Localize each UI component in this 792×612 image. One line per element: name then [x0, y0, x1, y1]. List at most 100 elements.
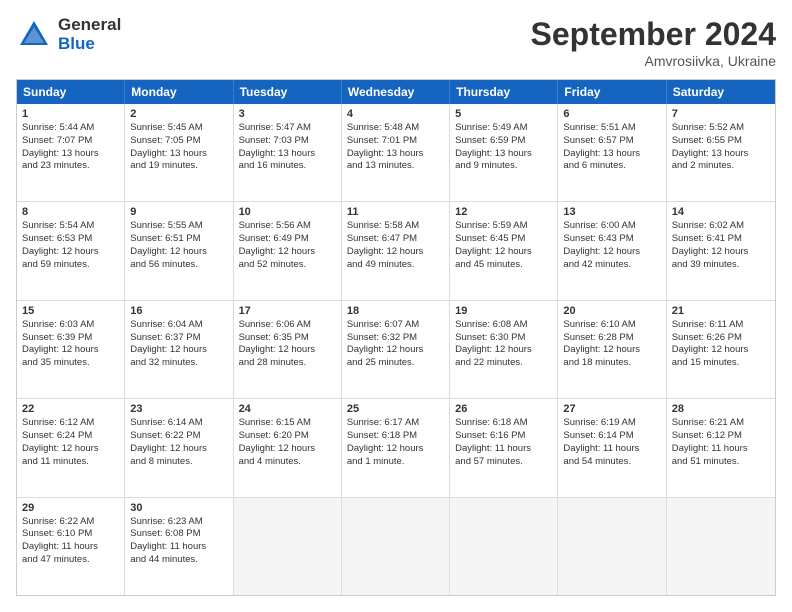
calendar-row-4: 22Sunrise: 6:12 AMSunset: 6:24 PMDayligh… — [17, 398, 775, 496]
day-number: 13 — [563, 206, 660, 218]
cell-text: Sunrise: 5:51 AM — [563, 122, 660, 135]
cell-text: Sunset: 6:14 PM — [563, 430, 660, 443]
calendar-cell-27: 27 Sunrise: 6:19 AMSunset: 6:14 PMDayligh… — [558, 399, 666, 496]
day-number: 26 — [455, 403, 552, 415]
day-number: 9 — [130, 206, 227, 218]
day-number: 27 — [563, 403, 660, 415]
cell-text: Daylight: 11 hours — [563, 443, 660, 456]
cell-text: and 6 minutes. — [563, 160, 660, 173]
header-day-wednesday: Wednesday — [342, 80, 450, 104]
cell-text: Daylight: 12 hours — [672, 246, 770, 259]
day-number: 10 — [239, 206, 336, 218]
logo-general: General — [58, 16, 121, 35]
cell-text: Sunrise: 6:19 AM — [563, 417, 660, 430]
header-day-sunday: Sunday — [17, 80, 125, 104]
cell-text: Sunrise: 6:07 AM — [347, 319, 444, 332]
day-number: 5 — [455, 108, 552, 120]
cell-text: and 44 minutes. — [130, 554, 227, 567]
cell-text: and 2 minutes. — [672, 160, 770, 173]
calendar-cell-18: 18 Sunrise: 6:07 AMSunset: 6:32 PMDayligh… — [342, 301, 450, 398]
calendar-cell-7: 7Sunrise: 5:52 AMSunset: 6:55 PMDaylight… — [667, 104, 775, 201]
cell-text: Daylight: 12 hours — [347, 344, 444, 357]
cell-text: Sunrise: 5:56 AM — [239, 220, 336, 233]
cell-text: Daylight: 13 hours — [347, 148, 444, 161]
cell-text: Daylight: 12 hours — [22, 246, 119, 259]
day-number: 25 — [347, 403, 444, 415]
calendar-cell-4: 4Sunrise: 5:48 AMSunset: 7:01 PMDaylight… — [342, 104, 450, 201]
logo-blue: Blue — [58, 35, 121, 54]
calendar-row-1: 1Sunrise: 5:44 AMSunset: 7:07 PMDaylight… — [17, 104, 775, 201]
cell-text: Sunset: 7:03 PM — [239, 135, 336, 148]
month-title: September 2024 — [531, 16, 776, 53]
cell-text: Sunset: 6:22 PM — [130, 430, 227, 443]
cell-text: Sunrise: 5:55 AM — [130, 220, 227, 233]
cell-text: and 19 minutes. — [130, 160, 227, 173]
cell-text: and 16 minutes. — [239, 160, 336, 173]
day-number: 11 — [347, 206, 444, 218]
calendar-row-5: 29Sunrise: 6:22 AMSunset: 6:10 PMDayligh… — [17, 497, 775, 595]
cell-text: Daylight: 11 hours — [455, 443, 552, 456]
header-day-saturday: Saturday — [667, 80, 775, 104]
cell-text: Daylight: 12 hours — [239, 443, 336, 456]
cell-text: and 49 minutes. — [347, 259, 444, 272]
day-number: 3 — [239, 108, 336, 120]
calendar: SundayMondayTuesdayWednesdayThursdayFrid… — [16, 79, 776, 596]
calendar-cell-16: 16Sunrise: 6:04 AMSunset: 6:37 PMDayligh… — [125, 301, 233, 398]
cell-text: Daylight: 13 hours — [22, 148, 119, 161]
calendar-row-3: 15Sunrise: 6:03 AMSunset: 6:39 PMDayligh… — [17, 300, 775, 398]
day-number: 24 — [239, 403, 336, 415]
cell-text: Sunrise: 6:03 AM — [22, 319, 119, 332]
cell-text: Sunset: 6:32 PM — [347, 332, 444, 345]
cell-text: Sunrise: 6:21 AM — [672, 417, 770, 430]
cell-text: Sunrise: 6:08 AM — [455, 319, 552, 332]
cell-text: Sunset: 7:01 PM — [347, 135, 444, 148]
calendar-cell-24: 24Sunrise: 6:15 AMSunset: 6:20 PMDayligh… — [234, 399, 342, 496]
cell-text: Sunset: 6:35 PM — [239, 332, 336, 345]
calendar-cell-5: 5Sunrise: 5:49 AMSunset: 6:59 PMDaylight… — [450, 104, 558, 201]
day-number: 6 — [563, 108, 660, 120]
page: General Blue September 2024 Amvrosiivka,… — [0, 0, 792, 612]
cell-text: Sunrise: 6:17 AM — [347, 417, 444, 430]
title-block: September 2024 Amvrosiivka, Ukraine — [531, 16, 776, 69]
cell-text: Daylight: 11 hours — [130, 541, 227, 554]
cell-text: Daylight: 12 hours — [347, 443, 444, 456]
cell-text: and 42 minutes. — [563, 259, 660, 272]
day-number: 18 — [347, 305, 444, 317]
cell-text: and 32 minutes. — [130, 357, 227, 370]
calendar-cell-1: 1Sunrise: 5:44 AMSunset: 7:07 PMDaylight… — [17, 104, 125, 201]
calendar-cell-14: 14Sunrise: 6:02 AMSunset: 6:41 PMDayligh… — [667, 202, 775, 299]
cell-text: and 11 minutes. — [22, 456, 119, 469]
cell-text: Sunset: 7:07 PM — [22, 135, 119, 148]
cell-text: and 57 minutes. — [455, 456, 552, 469]
calendar-cell-25: 25Sunrise: 6:17 AMSunset: 6:18 PMDayligh… — [342, 399, 450, 496]
calendar-cell-23: 23Sunrise: 6:14 AMSunset: 6:22 PMDayligh… — [125, 399, 233, 496]
cell-text: Sunrise: 6:23 AM — [130, 516, 227, 529]
day-number: 7 — [672, 108, 770, 120]
cell-text: Sunset: 6:26 PM — [672, 332, 770, 345]
cell-text: Sunset: 6:49 PM — [239, 233, 336, 246]
calendar-row-2: 8Sunrise: 5:54 AMSunset: 6:53 PMDaylight… — [17, 201, 775, 299]
day-number: 15 — [22, 305, 119, 317]
calendar-cell-empty — [234, 498, 342, 595]
calendar-cell-12: 12Sunrise: 5:59 AMSunset: 6:45 PMDayligh… — [450, 202, 558, 299]
cell-text: Daylight: 12 hours — [672, 344, 770, 357]
header-day-monday: Monday — [125, 80, 233, 104]
cell-text: and 47 minutes. — [22, 554, 119, 567]
cell-text: Sunset: 6:24 PM — [22, 430, 119, 443]
cell-text: Daylight: 12 hours — [130, 443, 227, 456]
cell-text: Daylight: 11 hours — [672, 443, 770, 456]
cell-text: Daylight: 12 hours — [347, 246, 444, 259]
day-number: 4 — [347, 108, 444, 120]
cell-text: Daylight: 13 hours — [672, 148, 770, 161]
cell-text: Sunset: 6:47 PM — [347, 233, 444, 246]
cell-text: Daylight: 12 hours — [239, 344, 336, 357]
cell-text: Sunrise: 6:04 AM — [130, 319, 227, 332]
calendar-cell-10: 10Sunrise: 5:56 AMSunset: 6:49 PMDayligh… — [234, 202, 342, 299]
cell-text: and 54 minutes. — [563, 456, 660, 469]
calendar-cell-9: 9Sunrise: 5:55 AMSunset: 6:51 PMDaylight… — [125, 202, 233, 299]
cell-text: and 45 minutes. — [455, 259, 552, 272]
calendar-cell-empty — [667, 498, 775, 595]
cell-text: Daylight: 11 hours — [22, 541, 119, 554]
day-number: 28 — [672, 403, 770, 415]
cell-text: and 56 minutes. — [130, 259, 227, 272]
